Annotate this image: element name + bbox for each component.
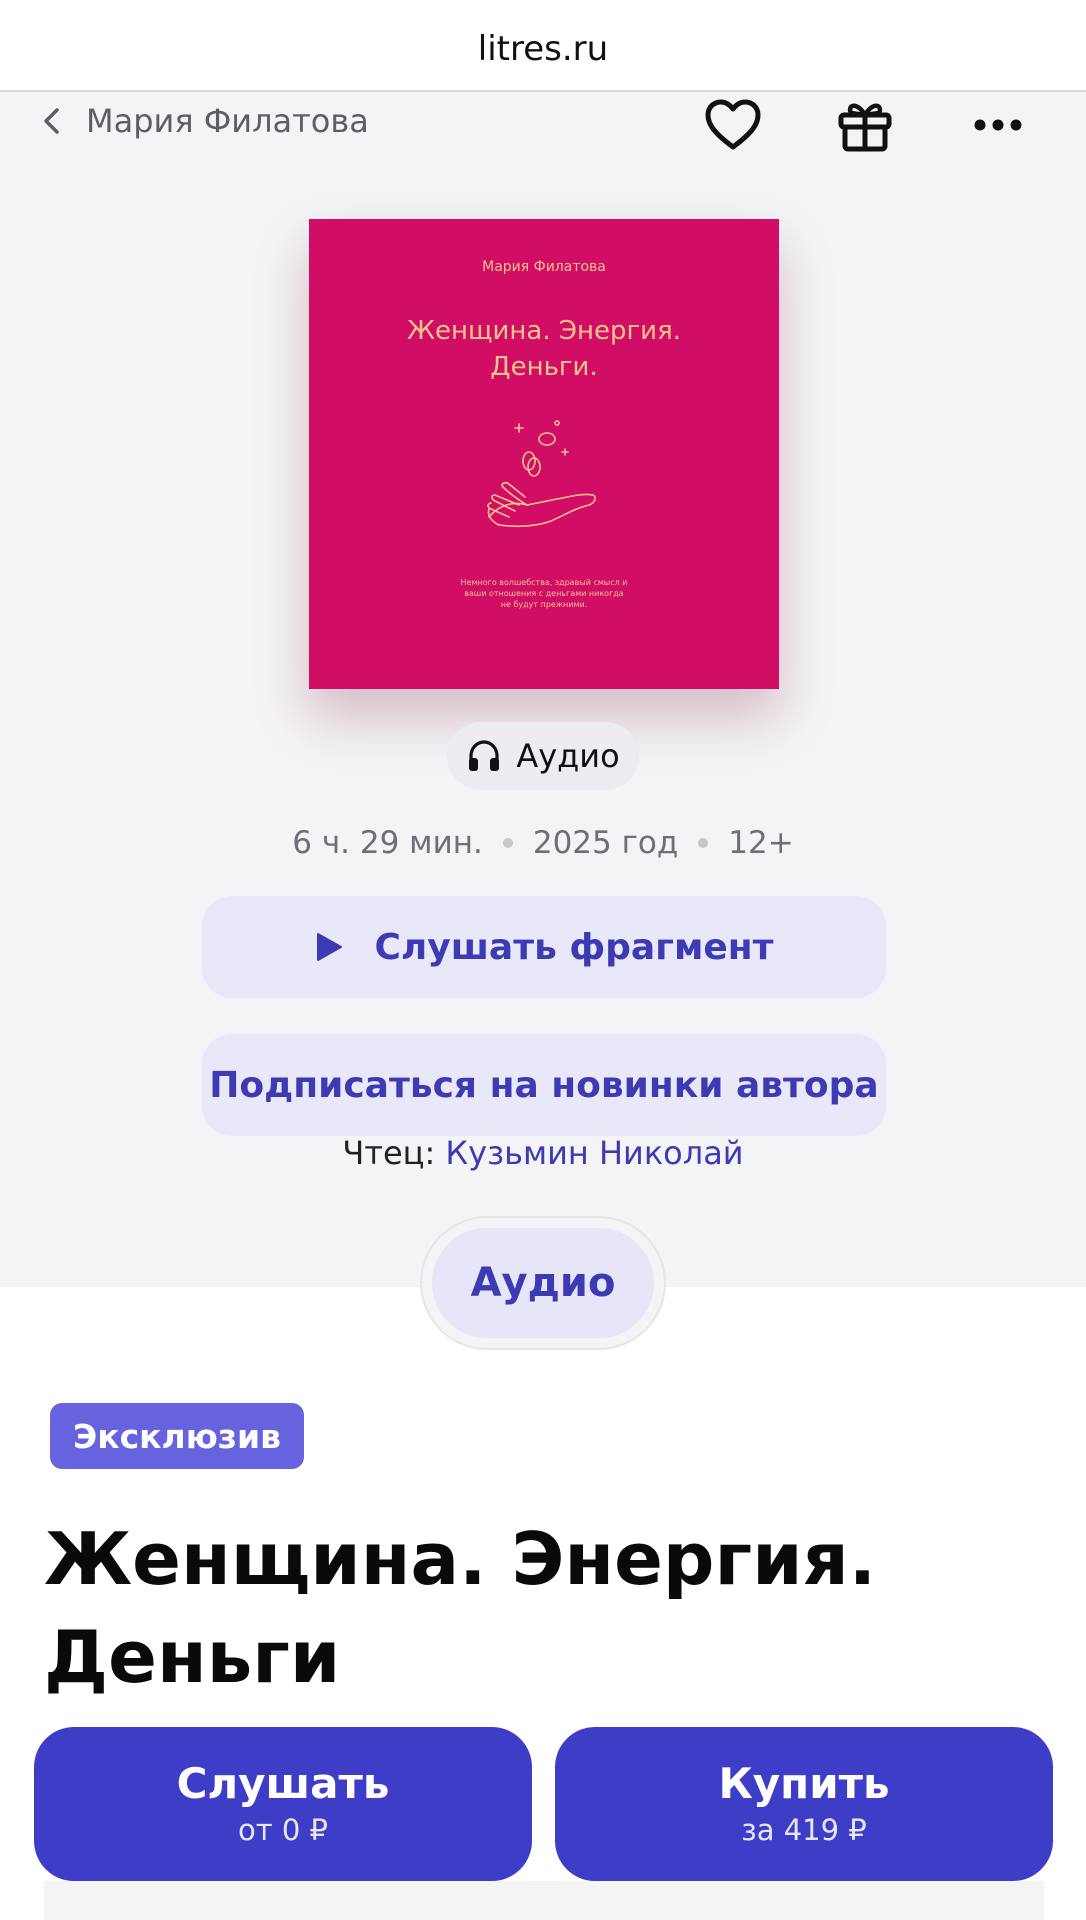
reader-label: Чтец:: [342, 1134, 436, 1172]
subscribe-label: Подписаться на новинки автора: [209, 1064, 879, 1106]
more-icon: [974, 119, 1022, 131]
buy-button[interactable]: Купить за 419 ₽: [555, 1727, 1053, 1881]
heart-icon: [705, 99, 761, 150]
reader-link[interactable]: Кузьмин Николай: [445, 1134, 743, 1172]
cover-blurb: Немного волшебства, здравый смысл и ваши…: [460, 578, 628, 609]
hand-with-coins-illustration: [487, 420, 596, 527]
subscribe-author-button[interactable]: Подписаться на новинки автора: [202, 1034, 886, 1136]
buy-price: за 419 ₽: [741, 1813, 867, 1847]
listen-fragment-button[interactable]: Слушать фрагмент: [202, 896, 886, 998]
book-meta: 6 ч. 29 мин. 2025 год 12+: [0, 820, 1086, 866]
content-preview-strip: [44, 1881, 1044, 1920]
exclusive-badge: Эксклюзив: [50, 1403, 304, 1469]
duration: 6 ч. 29 мин.: [292, 825, 483, 861]
year: 2025 год: [532, 825, 679, 861]
url-text: litres.ru: [477, 29, 609, 69]
format-chip-label: Аудио: [516, 737, 620, 775]
book-cover[interactable]: Мария Филатова Женщина. Энергия. Деньги.…: [309, 219, 779, 689]
age-rating: 12+: [728, 825, 794, 861]
cover-author: Мария Филатова: [482, 259, 606, 275]
more-button[interactable]: [965, 92, 1031, 158]
listen-price: от 0 ₽: [238, 1813, 328, 1847]
listen-label: Слушать: [176, 1759, 390, 1808]
separator-dot: [502, 838, 513, 848]
chevron-left-icon: [44, 108, 59, 134]
listen-button[interactable]: Слушать от 0 ₽: [34, 1727, 532, 1881]
buy-label: Купить: [718, 1759, 890, 1808]
browser-address-bar[interactable]: litres.ru: [0, 0, 1086, 92]
play-icon: [317, 933, 343, 961]
back-button[interactable]: Мария Филатова: [40, 102, 369, 140]
gift-button[interactable]: [832, 92, 898, 158]
favorite-button[interactable]: [700, 92, 766, 158]
back-label: Мария Филатова: [86, 102, 369, 140]
gift-icon: [838, 103, 892, 152]
listen-fragment-label: Слушать фрагмент: [374, 926, 774, 968]
tab-audio[interactable]: Аудио: [432, 1228, 654, 1338]
reader-line: Чтец: Кузьмин Николай: [0, 1134, 1086, 1172]
headphones-icon: [469, 740, 500, 771]
top-navigation: Мария Филатова: [0, 92, 1086, 172]
book-title: Женщина. Энергия. Деньги: [44, 1517, 877, 1699]
format-chip-audio: Аудио: [447, 722, 639, 790]
cover-title: Женщина. Энергия. Деньги.: [407, 316, 681, 382]
separator-dot: [698, 838, 709, 848]
